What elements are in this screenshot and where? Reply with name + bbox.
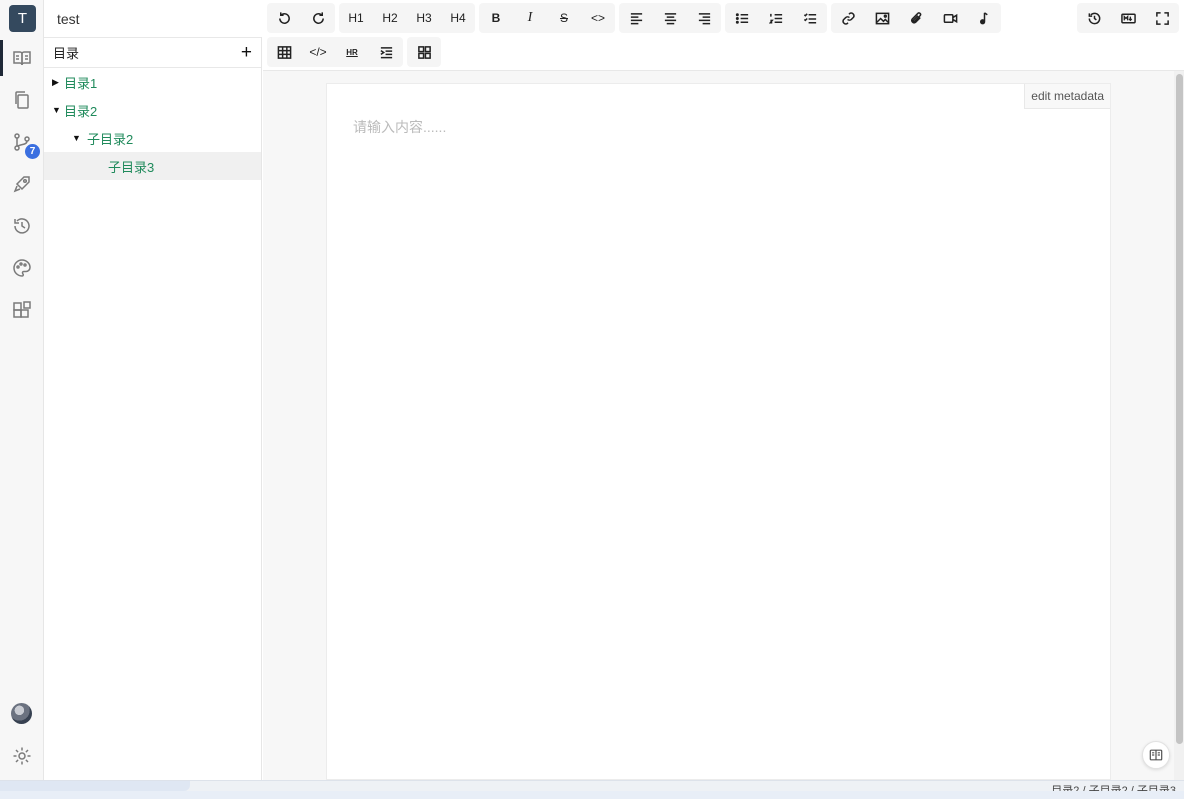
bold-button[interactable]: B	[479, 3, 513, 33]
align-right-icon[interactable]	[687, 3, 721, 33]
format-group: B I S <>	[479, 3, 615, 33]
code-block-button[interactable]: </>	[301, 37, 335, 67]
indent-icon[interactable]	[369, 37, 403, 67]
toc-item[interactable]: ▶ 目录1	[44, 68, 261, 96]
toc-item[interactable]: ▼ 子目录2	[44, 124, 261, 152]
video-icon[interactable]	[933, 3, 967, 33]
align-center-icon[interactable]	[653, 3, 687, 33]
toc-item[interactable]: ▼ 目录2	[44, 96, 261, 124]
os-taskbar	[0, 791, 1184, 799]
fullscreen-icon[interactable]	[1145, 3, 1179, 33]
toc-item-label: 子目录2	[87, 131, 134, 147]
toc-item-label: 子目录3	[108, 159, 155, 175]
align-group	[619, 3, 721, 33]
task-list-icon[interactable]	[793, 3, 827, 33]
bullet-list-icon[interactable]	[725, 3, 759, 33]
horizontal-rule-button[interactable]: HR	[335, 37, 369, 67]
editor-placeholder[interactable]: 请输入内容......	[353, 117, 446, 137]
strikethrough-button[interactable]: S	[547, 3, 581, 33]
more-group	[407, 37, 441, 67]
markdown-mode-icon[interactable]	[1111, 3, 1145, 33]
edit-metadata-button[interactable]: edit metadata	[1024, 84, 1110, 109]
insert-group	[831, 3, 1001, 33]
extensions-icon[interactable]	[11, 299, 33, 321]
palette-icon[interactable]	[11, 257, 33, 279]
h4-button[interactable]: H4	[441, 3, 475, 33]
toc-item-label: 目录1	[64, 75, 98, 91]
active-indicator	[0, 40, 3, 76]
undo-icon[interactable]	[267, 3, 301, 33]
caret-right-icon[interactable]: ▶	[52, 77, 64, 88]
italic-button[interactable]: I	[513, 3, 547, 33]
toc-title: 目录	[53, 46, 80, 61]
notification-badge: 7	[25, 144, 40, 159]
app-logo[interactable]: T	[9, 5, 36, 32]
block-group: </> HR	[267, 37, 403, 67]
redo-icon[interactable]	[301, 3, 335, 33]
toc-item-selected[interactable]: 子目录3	[44, 152, 261, 180]
ordered-list-icon[interactable]	[759, 3, 793, 33]
link-icon[interactable]	[831, 3, 865, 33]
audio-icon[interactable]	[967, 3, 1001, 33]
inline-code-button[interactable]: <>	[581, 3, 615, 33]
toc-panel: 目录 + ▶ 目录1 ▼ 目录2 ▼ 子目录2 子目录3	[44, 37, 262, 780]
heading-group: H1 H2 H3 H4	[339, 3, 475, 33]
book-icon[interactable]	[11, 47, 33, 69]
toc-toggle-button[interactable]	[1142, 741, 1170, 769]
toc-item-label: 目录2	[64, 103, 98, 119]
h3-button[interactable]: H3	[407, 3, 441, 33]
status-tab	[0, 781, 190, 791]
editor-toolbar: H1 H2 H3 H4 B I S <> </> HR	[263, 0, 1184, 71]
files-icon[interactable]	[11, 89, 33, 111]
add-toc-item-button[interactable]: +	[241, 43, 252, 62]
list-group	[725, 3, 827, 33]
editor-page[interactable]: edit metadata 请输入内容......	[326, 83, 1111, 780]
image-icon[interactable]	[865, 3, 899, 33]
attachment-icon[interactable]	[899, 3, 933, 33]
caret-down-icon[interactable]: ▼	[52, 105, 64, 115]
grid-icon[interactable]	[407, 37, 441, 67]
h2-button[interactable]: H2	[373, 3, 407, 33]
rocket-icon[interactable]	[11, 173, 33, 195]
history-group	[267, 3, 335, 33]
align-left-icon[interactable]	[619, 3, 653, 33]
gear-icon[interactable]	[11, 745, 33, 767]
activity-bar: T 7	[0, 0, 44, 780]
user-avatar[interactable]	[11, 703, 32, 724]
book-icon	[1149, 749, 1163, 761]
editor-area: edit metadata 请输入内容......	[263, 71, 1174, 780]
history-icon[interactable]	[11, 215, 33, 237]
history-icon[interactable]	[1077, 3, 1111, 33]
h1-button[interactable]: H1	[339, 3, 373, 33]
caret-down-icon[interactable]: ▼	[72, 133, 87, 143]
scrollbar-thumb[interactable]	[1176, 74, 1183, 744]
table-icon[interactable]	[267, 37, 301, 67]
toc-header: 目录 +	[44, 37, 261, 68]
view-group	[1077, 3, 1179, 33]
project-name[interactable]: test	[57, 11, 80, 27]
